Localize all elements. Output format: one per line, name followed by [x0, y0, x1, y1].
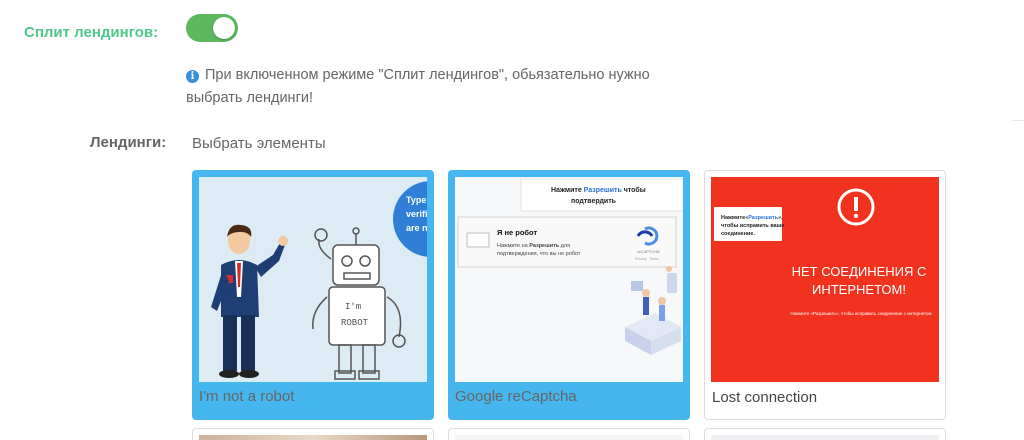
prompt-suffix: чтобы	[622, 186, 646, 194]
landing-card[interactable]	[704, 428, 946, 440]
split-landings-label: Сплит лендингов:	[24, 24, 159, 41]
scrollbar-track[interactable]	[1012, 0, 1024, 440]
svg-text:Нажмите Разрешить чтобы: Нажмите Разрешить чтобы	[551, 186, 646, 194]
landing-title: Google reCaptcha	[455, 388, 577, 405]
recaptcha-brand: reCAPTCHA	[637, 249, 660, 254]
landing-card[interactable]	[192, 428, 434, 440]
robot-shirt-line-1: I'm	[345, 302, 361, 312]
badge-line-2: verifi	[406, 209, 427, 219]
landing-thumbnail: Нажмите Разрешить чтобы подтвердить Я не…	[455, 177, 683, 382]
hint-suffix: для	[559, 243, 570, 249]
hint-bold: Разрешить	[529, 243, 560, 249]
landing-thumbnail	[455, 435, 683, 440]
svg-text:соединение.: соединение.	[721, 231, 755, 237]
prompt-link: Разрешить	[584, 187, 623, 194]
landing-thumbnail: Нажмите«Разрешить», чтобы исправить ваше…	[711, 177, 939, 382]
robot-illustration: Type verifi are n I'm ROBOT	[211, 181, 427, 380]
headline-line-1: НЕТ СОЕДИНЕНИЯ С	[792, 264, 927, 279]
captcha-checkbox-label: Я не робот	[497, 228, 537, 237]
lost-connection-preview: Нажмите«Разрешить», чтобы исправить ваше…	[714, 188, 932, 316]
landings-select[interactable]: Выбрать элементы	[192, 135, 326, 152]
landing-card-recaptcha[interactable]: Нажмите Разрешить чтобы подтвердить Я не…	[448, 170, 690, 420]
badge-line-3: are n	[406, 223, 427, 233]
headline-line-2: ИНТЕРНЕТОМ!	[812, 282, 906, 297]
svg-text:Нажмите«Разрешить»,: Нажмите«Разрешить»,	[721, 215, 783, 221]
landing-title: I'm not a robot	[199, 388, 295, 405]
hint-prefix: Нажмите на	[497, 243, 529, 249]
landing-card-lost-connection[interactable]: Нажмите«Разрешить», чтобы исправить ваше…	[704, 170, 946, 420]
scrollbar-marker	[1012, 120, 1024, 134]
man-figure	[211, 224, 288, 378]
workers-illustration	[625, 266, 681, 355]
split-landings-toggle[interactable]	[186, 14, 238, 42]
recaptcha-privacy: Privacy - Terms	[635, 257, 659, 261]
landing-card[interactable]	[448, 428, 690, 440]
badge-line-1: Type	[406, 195, 426, 205]
robot-shirt-line-2: ROBOT	[341, 318, 369, 328]
lost-subtext: Нажмите «Разрешить», чтобы исправить сое…	[790, 311, 931, 316]
landing-thumbnail	[199, 435, 427, 440]
info-icon: i	[186, 70, 199, 83]
landing-thumbnail: Type verifi are n I'm ROBOT	[199, 177, 427, 382]
split-notice: i При включенном режиме "Сплит лендингов"…	[186, 64, 706, 110]
split-notice-text: При включенном режиме "Сплит лендингов",…	[186, 67, 650, 106]
landings-label: Лендинги:	[90, 134, 167, 151]
landing-thumbnail	[711, 435, 939, 440]
warning-icon	[837, 188, 875, 226]
svg-text:чтобы исправить ваше: чтобы исправить ваше	[721, 222, 784, 229]
svg-text:Нажмите на Разрешить для: Нажмите на Разрешить для	[497, 243, 570, 249]
landing-card-not-a-robot[interactable]: Type verifi are n I'm ROBOT I'm not a ro…	[192, 170, 434, 420]
prompt-prefix: Нажмите	[551, 187, 584, 194]
toggle-knob	[213, 17, 235, 39]
landing-title: Lost connection	[712, 389, 818, 406]
hint-line-2: подтверждения, что вы не робот	[497, 251, 581, 257]
prompt-line-2: подтвердить	[571, 198, 617, 205]
recaptcha-preview: Нажмите Разрешить чтобы подтвердить Я не…	[457, 178, 683, 355]
